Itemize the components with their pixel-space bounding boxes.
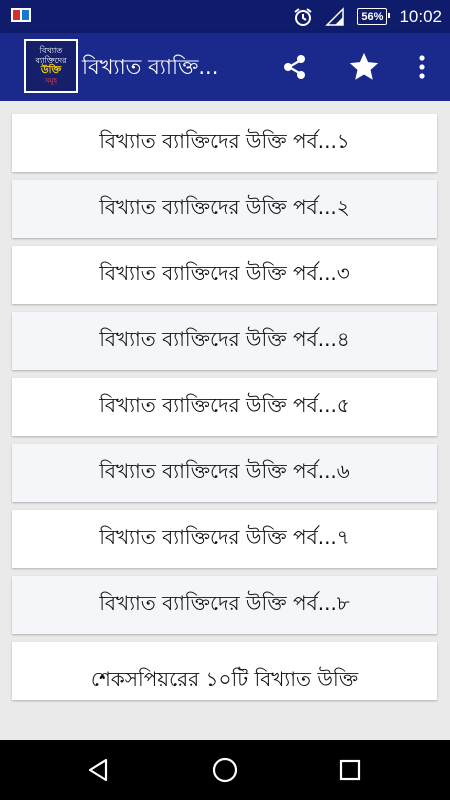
- list-item[interactable]: বিখ্যাত ব্যাক্তিদের উক্তি পর্ব...৬: [12, 444, 437, 502]
- back-icon: [88, 758, 108, 782]
- list-item[interactable]: বিখ্যাত ব্যাক্তিদের উক্তি পর্ব...৮: [12, 576, 437, 634]
- home-icon: [212, 757, 238, 783]
- recents-button[interactable]: [320, 740, 380, 800]
- list-item[interactable]: শেকসপিয়রের ১০টি বিখ্যাত উক্তি: [12, 642, 437, 700]
- status-clock: 10:02: [399, 6, 442, 26]
- app-bar: বিখ্যাত ব্যাক্তিদের উক্তি সমূহ বিখ্যাত ব…: [0, 33, 450, 101]
- battery-indicator: 56%: [357, 8, 391, 25]
- overflow-menu-button[interactable]: [398, 33, 446, 101]
- logo-line-3: উক্তি: [40, 65, 62, 76]
- episode-list: বিখ্যাত ব্যাক্তিদের উক্তি পর্ব...১ বিখ্য…: [0, 101, 450, 740]
- list-item[interactable]: বিখ্যাত ব্যাক্তিদের উক্তি পর্ব...১: [12, 114, 437, 172]
- list-item[interactable]: বিখ্যাত ব্যাক্তিদের উক্তি পর্ব...২: [12, 180, 437, 238]
- more-vert-icon: [419, 55, 425, 79]
- system-nav-bar: [0, 740, 450, 800]
- list-item[interactable]: বিখ্যাত ব্যাক্তিদের উক্তি পর্ব...৪: [12, 312, 437, 370]
- favorite-button[interactable]: [340, 33, 388, 101]
- signal-icon: [325, 6, 345, 26]
- share-button[interactable]: [271, 33, 319, 101]
- status-bar: 56% 10:02: [0, 0, 450, 33]
- notification-app-icon: [11, 8, 31, 24]
- recents-icon: [339, 759, 361, 781]
- share-icon: [284, 55, 305, 79]
- list-item[interactable]: বিখ্যাত ব্যাক্তিদের উক্তি পর্ব...৩: [12, 246, 437, 304]
- star-icon: [349, 52, 379, 80]
- app-title: বিখ্যাত ব্যাক্তি...: [82, 55, 219, 79]
- alarm-clock-icon: [294, 7, 313, 26]
- app-logo: বিখ্যাত ব্যাক্তিদের উক্তি সমূহ: [24, 39, 78, 93]
- list-item[interactable]: বিখ্যাত ব্যাক্তিদের উক্তি পর্ব...৭: [12, 510, 437, 568]
- logo-line-4: সমূহ: [44, 77, 58, 85]
- logo-line-1: বিখ্যাত: [39, 46, 63, 55]
- back-button[interactable]: [69, 740, 129, 800]
- list-item[interactable]: বিখ্যাত ব্যাক্তিদের উক্তি পর্ব...৫: [12, 378, 437, 436]
- home-button[interactable]: [195, 740, 255, 800]
